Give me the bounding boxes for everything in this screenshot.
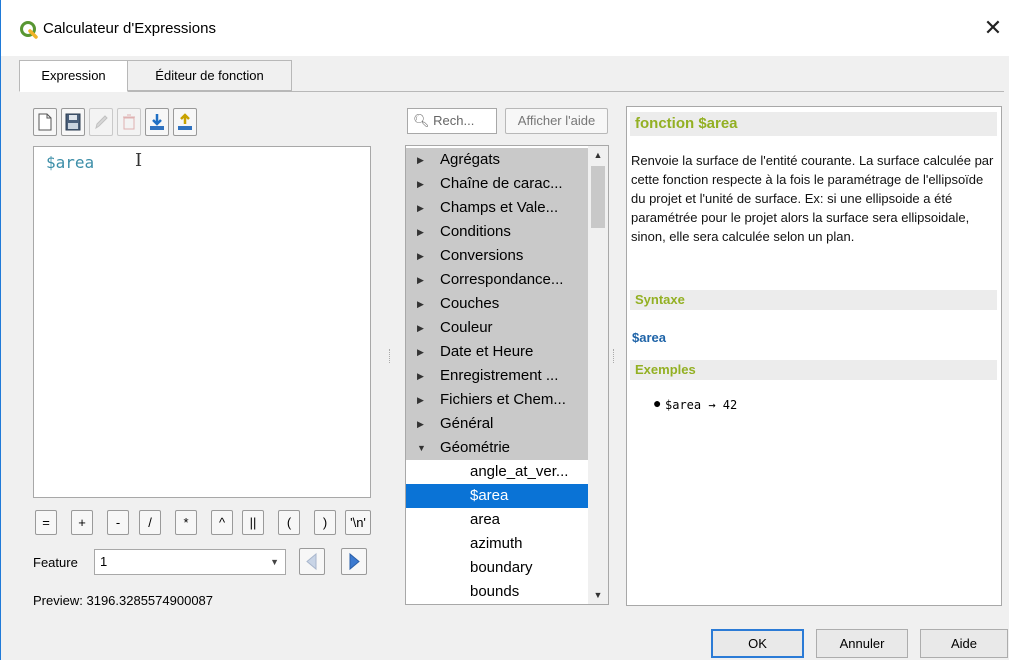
expand-arrow-icon: ▶ — [417, 227, 424, 237]
expand-arrow-icon: ▶ — [417, 395, 424, 405]
search-input[interactable]: 🔍︎ Rech... — [407, 108, 497, 134]
preview-text: Preview: 3196.3285574900087 — [33, 593, 213, 608]
tree-category[interactable]: ▶ Correspondance... — [406, 268, 588, 292]
next-feature-button[interactable] — [341, 548, 367, 575]
operator-divide-button[interactable]: / — [139, 510, 161, 535]
operator-newline-button[interactable]: '\n' — [345, 510, 371, 535]
expand-arrow-icon: ▶ — [417, 323, 424, 333]
help-button[interactable]: Aide — [920, 629, 1008, 658]
chevron-down-icon: ▼ — [270, 557, 279, 567]
expand-arrow-icon: ▶ — [417, 419, 424, 429]
preview-value: 3196.3285574900087 — [86, 593, 214, 608]
tree-scrollbar[interactable]: ▲ ▼ — [588, 146, 608, 604]
tree-category-expanded[interactable]: ▼ Géométrie — [406, 436, 588, 460]
expand-arrow-icon: ▶ — [417, 203, 424, 213]
window-title: Calculateur d'Expressions — [43, 20, 216, 37]
scrollbar-thumb[interactable] — [591, 166, 605, 228]
expression-dialog: Calculateur d'Expressions ✕ Expression É… — [0, 0, 1009, 660]
qgis-logo-icon — [20, 21, 38, 39]
tree-category[interactable]: ▶ Fichiers et Chem... — [406, 388, 588, 412]
tree-category[interactable]: ▶ Conversions — [406, 244, 588, 268]
feature-value: 1 — [100, 554, 108, 569]
tree-category[interactable]: ▶ Date et Heure — [406, 340, 588, 364]
title-bar: Calculateur d'Expressions ✕ — [1, 0, 1009, 56]
previous-feature-button[interactable] — [299, 548, 325, 575]
save-icon[interactable] — [61, 108, 85, 136]
tab-expression[interactable]: Expression — [19, 60, 128, 92]
expand-arrow-icon: ▶ — [417, 299, 424, 309]
expression-text: $area — [46, 153, 95, 172]
bullet-icon: ● — [653, 395, 662, 411]
scroll-up-icon[interactable]: ▲ — [588, 146, 608, 164]
examples-header: Exemples — [630, 360, 997, 380]
tree-category[interactable]: ▶ Général — [406, 412, 588, 436]
operator-plus-button[interactable]: + — [71, 510, 93, 535]
example-text: $area → 42 — [665, 398, 738, 412]
tree-category[interactable]: ▶ Champs et Vale... — [406, 196, 588, 220]
expand-arrow-icon: ▶ — [417, 371, 424, 381]
expand-arrow-icon: ▶ — [417, 275, 424, 285]
tree-category[interactable]: ▶ Couleur — [406, 316, 588, 340]
feature-label: Feature — [33, 555, 78, 570]
scroll-down-icon[interactable]: ▼ — [588, 586, 608, 604]
new-file-icon[interactable] — [33, 108, 57, 136]
triangle-right-icon — [349, 552, 360, 571]
syntax-text: $area — [632, 330, 666, 345]
close-icon[interactable]: ✕ — [981, 17, 1005, 41]
feature-select[interactable]: 1 ▼ — [94, 549, 286, 575]
operator-close-paren-button[interactable]: ) — [314, 510, 336, 535]
splitter-handle[interactable] — [389, 349, 391, 363]
expand-arrow-icon: ▶ — [417, 347, 424, 357]
operator-minus-button[interactable]: - — [107, 510, 129, 535]
tree-function-item-selected[interactable]: $area — [406, 484, 588, 508]
import-icon[interactable] — [145, 108, 169, 136]
help-title: fonction $area — [630, 112, 997, 136]
operator-power-button[interactable]: ^ — [211, 510, 233, 535]
splitter-handle[interactable] — [613, 349, 615, 363]
expand-arrow-icon: ▶ — [417, 179, 424, 189]
tree-category[interactable]: ▶ Chaîne de carac... — [406, 172, 588, 196]
operator-open-paren-button[interactable]: ( — [278, 510, 300, 535]
function-tree[interactable]: ▶ Agrégats ▶ Chaîne de carac... ▶ Champs et… — [405, 145, 609, 605]
search-icon: 🔍︎ — [413, 113, 430, 128]
export-icon[interactable] — [173, 108, 197, 136]
preview-label: Preview: — [33, 593, 83, 608]
help-description: Renvoie la surface de l'entité courante.… — [631, 153, 994, 244]
expand-arrow-icon: ▶ — [417, 155, 424, 165]
search-placeholder: Rech... — [433, 113, 475, 128]
collapse-arrow-icon: ▼ — [417, 443, 426, 453]
expression-editor[interactable]: $area I — [33, 146, 371, 498]
tree-category[interactable]: ▶ Couches — [406, 292, 588, 316]
ok-button[interactable]: OK — [711, 629, 804, 658]
operator-equals-button[interactable]: = — [35, 510, 57, 535]
tree-category[interactable]: ▶ Enregistrement ... — [406, 364, 588, 388]
cancel-button[interactable]: Annuler — [816, 629, 908, 658]
operator-concat-button[interactable]: || — [242, 510, 264, 535]
show-help-button[interactable]: Afficher l'aide — [505, 108, 608, 134]
edit-icon[interactable] — [89, 108, 113, 136]
operator-multiply-button[interactable]: * — [175, 510, 197, 535]
tab-function-editor[interactable]: Éditeur de fonction — [127, 60, 292, 91]
tree-category[interactable]: ▶ Agrégats — [406, 148, 588, 172]
delete-icon[interactable] — [117, 108, 141, 136]
tree-category[interactable]: ▶ Conditions — [406, 220, 588, 244]
syntax-header: Syntaxe — [630, 290, 997, 310]
expand-arrow-icon: ▶ — [417, 251, 424, 261]
triangle-left-icon — [306, 552, 317, 571]
help-panel: fonction $area Renvoie la surface de l'e… — [626, 106, 1002, 606]
text-cursor-icon: I — [135, 150, 143, 171]
